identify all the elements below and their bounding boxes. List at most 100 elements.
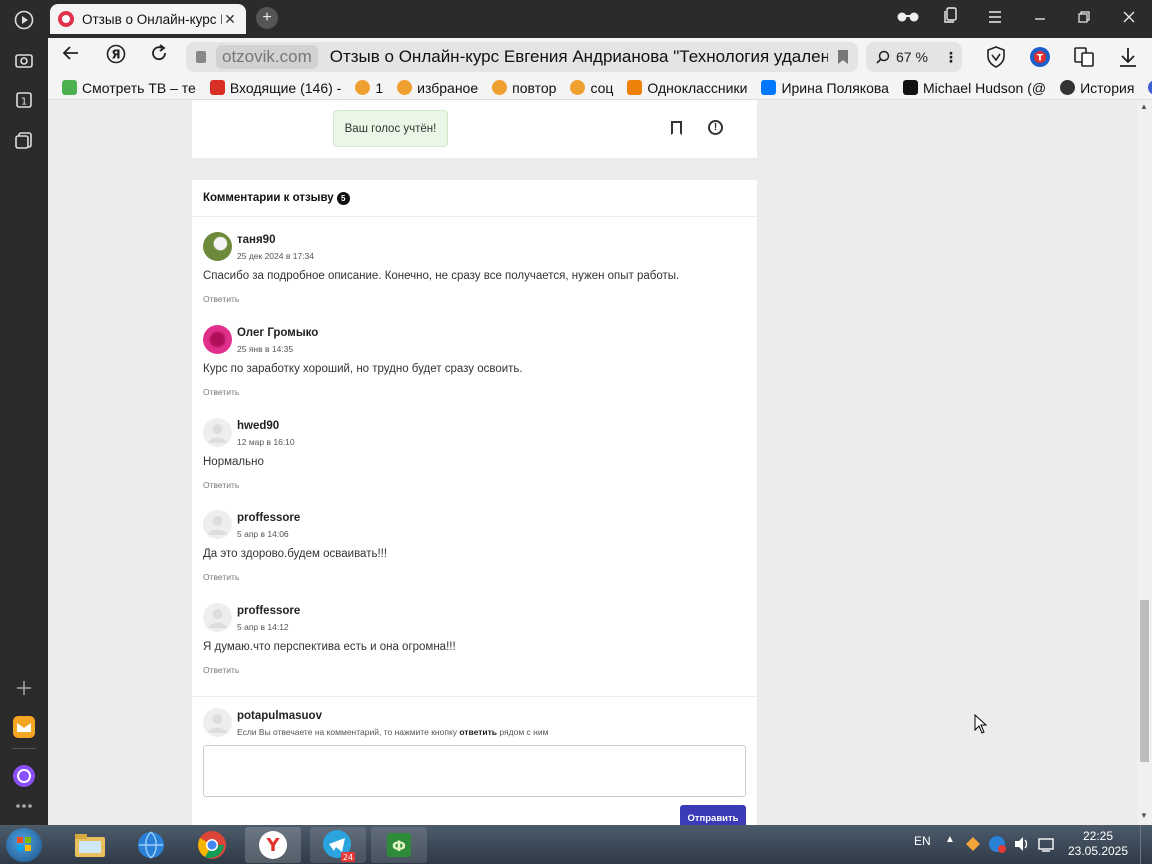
scroll-thumb[interactable] [1140,600,1149,762]
bookmark-history[interactable]: История [1060,80,1134,96]
zoom-control[interactable]: 67 % ⋮ [866,42,962,72]
scroll-up-icon[interactable]: ▲ [1140,102,1148,111]
comment-author[interactable]: таня90 [237,234,275,246]
extension-globe-icon[interactable]: T [1028,45,1052,69]
bookmark-page-icon[interactable] [838,50,848,64]
avatar[interactable] [203,325,232,354]
avatar[interactable] [203,603,232,632]
notifications-icon[interactable] [1037,835,1055,856]
page-scrollbar[interactable]: ▲ ▼ [1137,100,1152,825]
reply-link[interactable]: Ответить [203,572,239,582]
notes-icon[interactable] [8,124,40,156]
reply-link[interactable]: Ответить [203,665,239,675]
clock-time: 22:25 [1082,829,1114,843]
vote-confirmation: Ваш голос учтён! [333,110,448,147]
close-window-icon[interactable] [1114,7,1144,29]
bookmark-gmail[interactable]: Входящие (146) - [209,79,342,96]
system-clock[interactable]: 22:25 23.05.2025 [1062,829,1134,859]
clock-icon [1060,80,1076,95]
bookmark-repeat[interactable]: повтор [492,80,556,96]
bookmark-vk[interactable]: Ирина Полякова [761,80,889,96]
folder-icon [397,80,413,95]
more-options-icon[interactable]: ⋮ [944,49,958,66]
new-tab-button[interactable]: + [256,7,278,29]
reply-link[interactable]: Ответить [203,294,239,304]
windows-taskbar: Y 24 Ф EN ▲ 22:25 23.05.2025 [0,825,1152,864]
comments-header: Комментарии к отзыву 5 [192,180,757,217]
chrome-icon[interactable] [184,827,240,863]
mail-icon[interactable] [8,711,40,743]
add-icon[interactable] [8,672,40,704]
reply-link[interactable]: Ответить [203,480,239,490]
reply-link[interactable]: Ответить [203,387,239,397]
avatar[interactable] [203,232,232,261]
report-icon[interactable]: ! [708,120,723,135]
alice-icon[interactable] [8,760,40,792]
browser-sidebar: 1 [0,0,48,825]
internet-explorer-icon[interactable] [123,827,179,863]
protect-shield-icon[interactable] [984,45,1008,69]
tabs-list-icon[interactable] [936,7,966,29]
show-desktop-button[interactable] [1140,825,1152,864]
back-icon[interactable] [58,44,84,70]
mouse-cursor-icon [974,714,988,734]
telegram-icon[interactable]: 24 [310,827,366,863]
bookmark-1[interactable]: 1 [355,80,383,96]
collections-icon[interactable]: 1 [8,84,40,116]
folder-icon [570,80,586,95]
avatar[interactable] [203,418,232,447]
translate-extension-icon[interactable] [1072,45,1096,69]
comment-author[interactable]: proffessore [237,512,300,524]
comment-text: Курс по заработку хороший, но трудно буд… [203,363,523,375]
lock-icon [196,51,206,63]
bookmark-x[interactable]: Michael Hudson (@ [902,80,1046,96]
yandex-browser-icon[interactable]: Y [245,827,301,863]
avatar[interactable] [203,510,232,539]
menu-icon[interactable] [980,7,1010,29]
send-button[interactable]: Отправить [680,805,746,825]
explorer-app-icon[interactable] [62,827,118,863]
address-bar[interactable]: otzovik.com Отзыв о Онлайн-курс Евгения … [186,42,858,72]
comment-text: Я думаю.что перспектива есть и она огром… [203,641,456,653]
tray-expand-icon[interactable]: ▲ [945,834,955,845]
minimize-icon[interactable] [1025,7,1055,29]
screenshot-icon[interactable] [8,44,40,76]
start-button[interactable] [6,828,42,862]
tab-close-icon[interactable]: ✕ [222,11,238,28]
tray-globe-icon[interactable] [988,835,1006,856]
comment-date: 12 мар в 16:10 [237,437,295,447]
yandex-icon[interactable]: Я [103,44,129,70]
sidebar-divider [12,748,36,749]
bookmark-label: Входящие (146) - [229,79,342,96]
app-icon [1148,80,1152,95]
bookmark-odnoklassniki[interactable]: Одноклассники [627,80,747,96]
bookmark-social[interactable]: соц [570,80,613,96]
scroll-down-icon[interactable]: ▼ [1140,811,1148,820]
bookmark-icon[interactable] [671,121,682,135]
bookmark-favorites[interactable]: избраное [397,80,478,96]
more-icon[interactable] [8,790,40,822]
comment-date: 5 апр в 14:12 [237,622,289,632]
reader-mode-icon[interactable] [893,7,923,29]
volume-icon[interactable] [1013,835,1031,856]
reload-icon[interactable] [146,44,172,70]
comment-author[interactable]: proffessore [237,605,300,617]
comment-text: Спасибо за подробное описание. Конечно, … [203,270,680,282]
bookmark-extra[interactable] [1148,80,1152,95]
comment-textarea[interactable] [203,745,746,797]
telegram-badge: 24 [343,853,353,862]
svg-text:Я: Я [111,48,120,62]
downloads-icon[interactable] [1116,45,1140,69]
comment-author[interactable]: Олег Громыко [237,327,318,339]
play-icon[interactable] [8,4,40,36]
comment-author[interactable]: hwed90 [237,420,279,432]
tray-app-icon[interactable] [964,835,982,856]
bookmark-tv[interactable]: Смотреть ТВ – те [62,80,196,96]
bookmark-label: Ирина Полякова [781,79,889,96]
active-tab[interactable]: Отзыв о Онлайн-курс Евгения Андрианова ✕ [50,4,246,34]
language-indicator[interactable]: EN [914,834,931,848]
restore-icon[interactable] [1069,7,1099,29]
folder-icon [492,80,508,95]
review-actions-card: Ваш голос учтён! ! [192,100,757,158]
green-app-icon[interactable]: Ф [371,827,427,863]
